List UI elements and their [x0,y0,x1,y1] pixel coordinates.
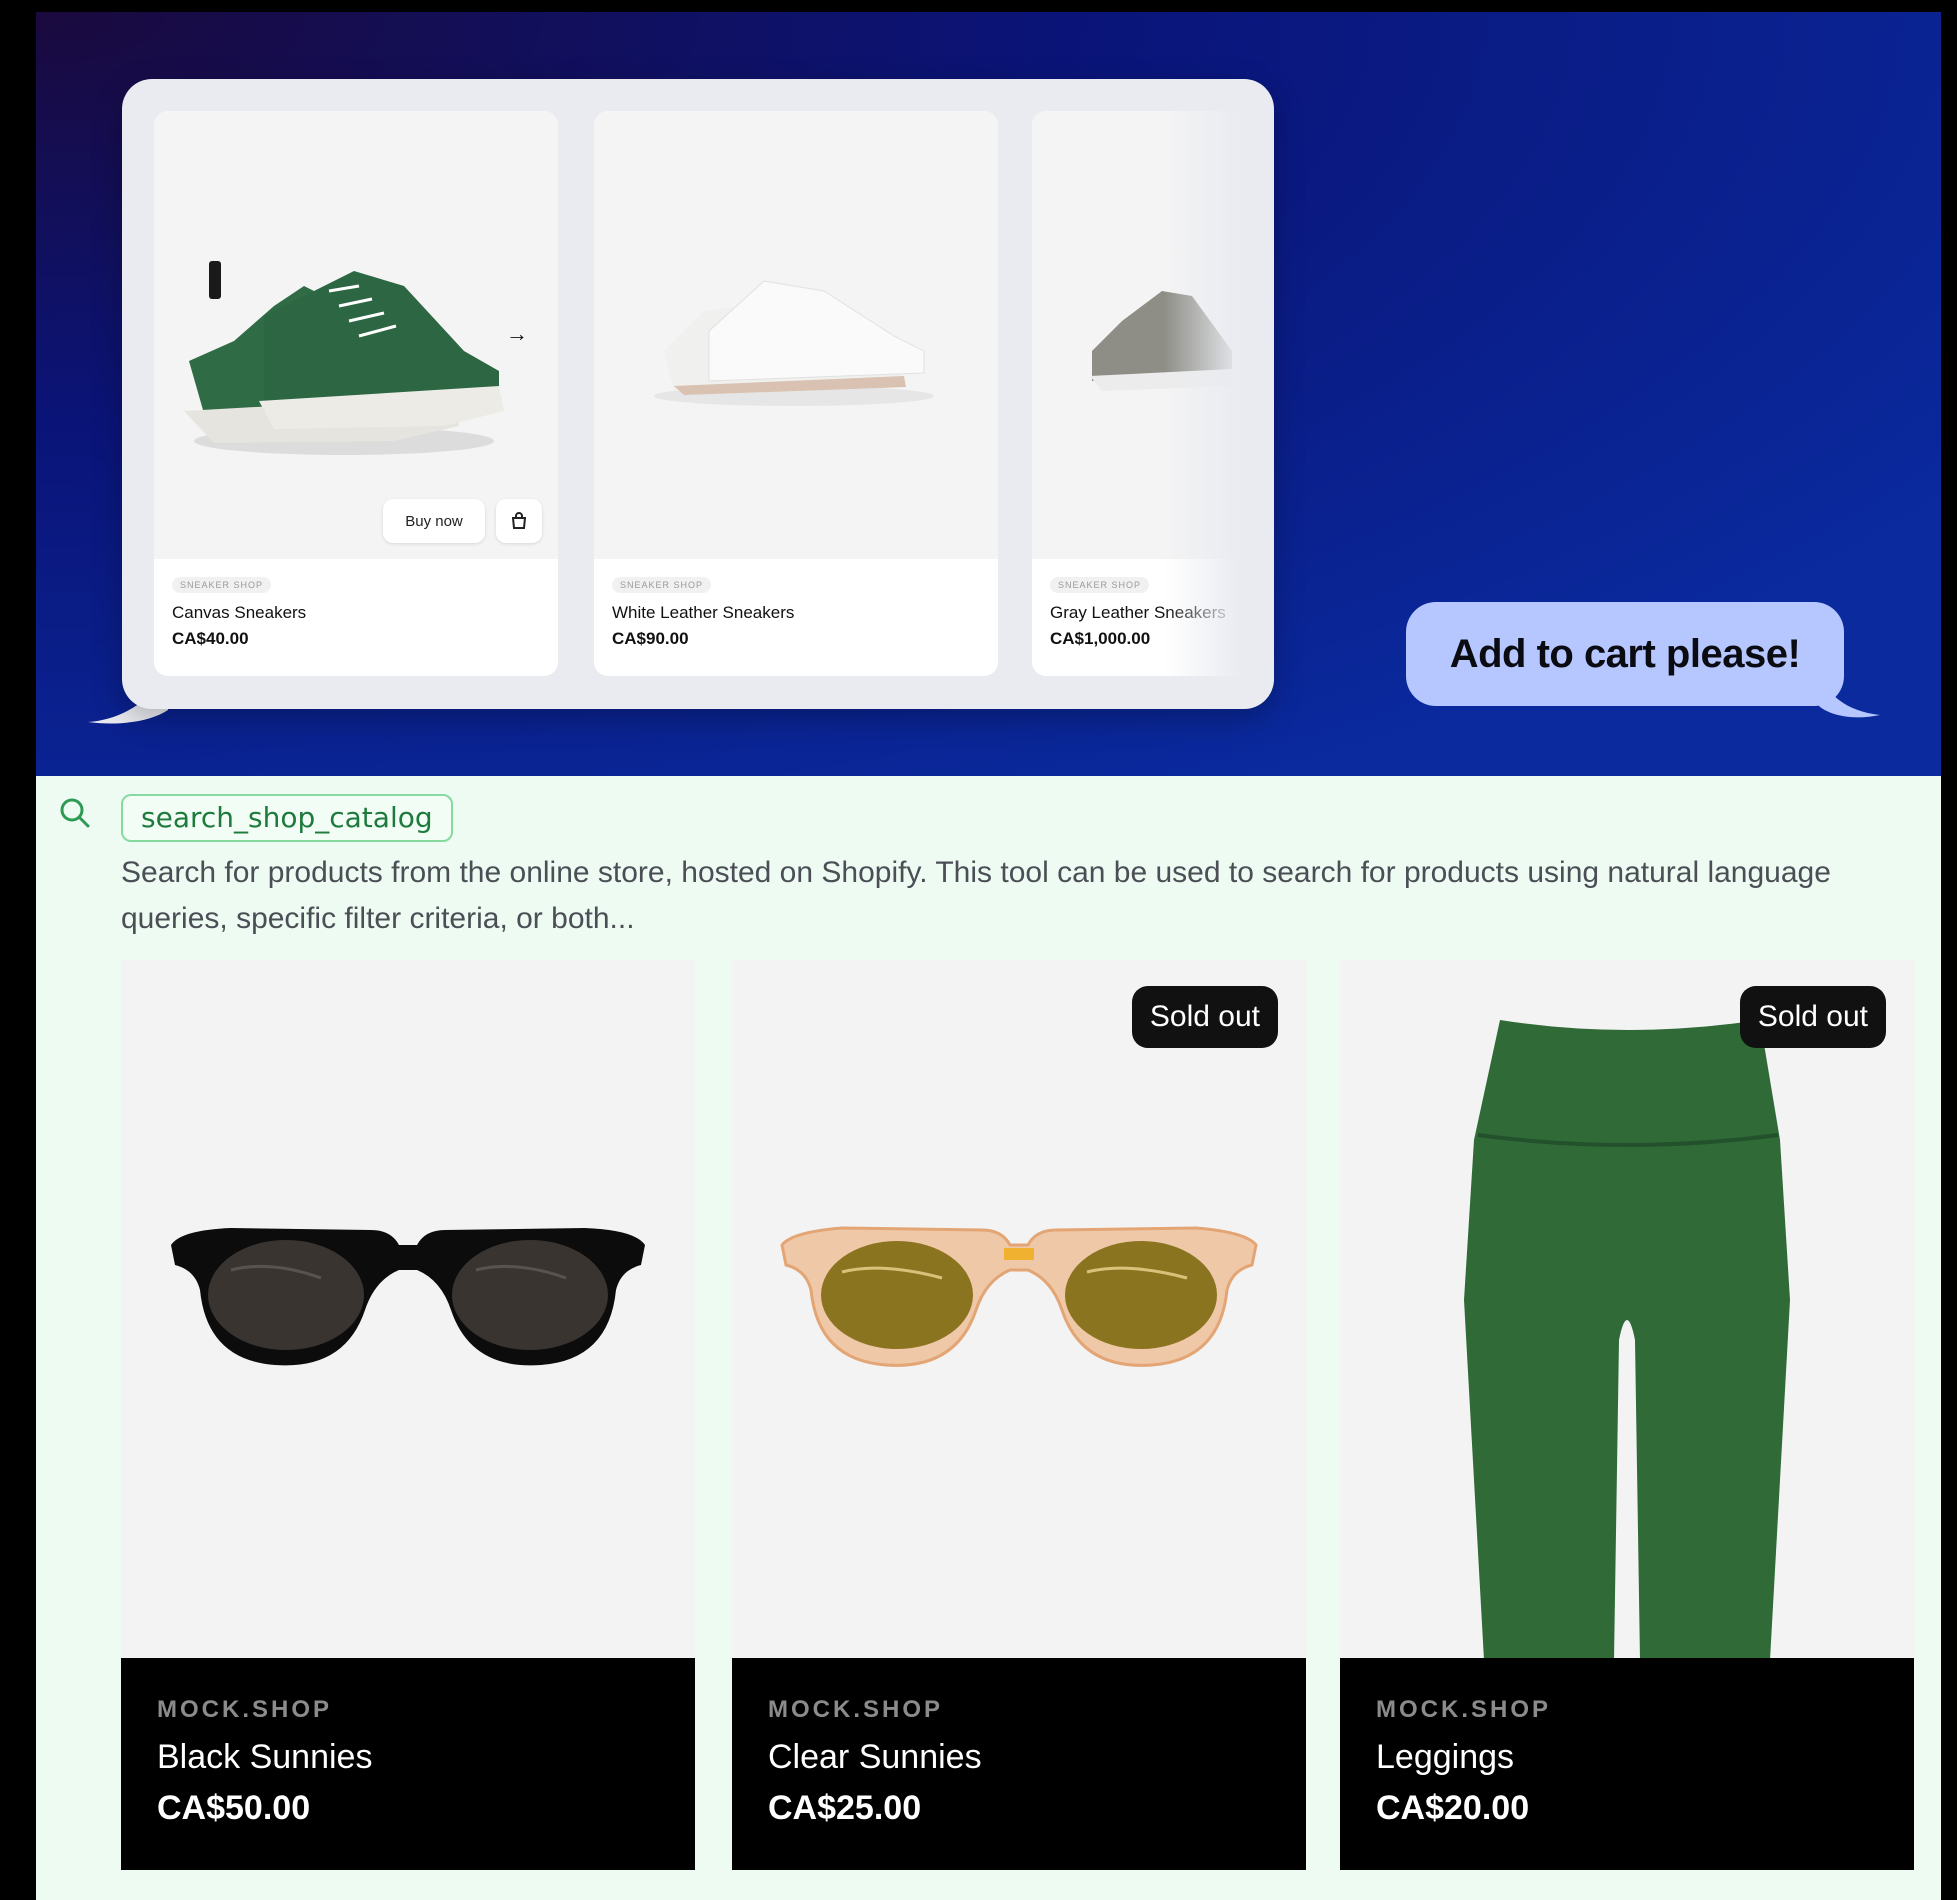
shop-tag: Sneaker Shop [612,577,712,593]
leggings-image [1464,1020,1790,1660]
arrow-right-icon: → [506,321,528,346]
product-title[interactable]: Canvas Sneakers [172,603,540,623]
product-price: CA$90.00 [612,629,689,648]
add-to-cart-button[interactable] [496,499,542,543]
product-image [1340,960,1914,1660]
user-message-bubble: Add to cart please! [1406,602,1844,706]
green-sneakers-image [184,261,504,455]
product-info: Sneaker Shop White Leather Sneakers CA$9… [594,559,998,676]
tool-description: Search for products from the online stor… [121,856,1831,935]
product-card[interactable]: Sold out MOCK.SHOP Leggings CA$20.00 [1340,960,1914,1870]
product-carousel: → Buy now Sneaker Shop Canvas Sneakers C… [122,79,1274,709]
white-sneakers-image [654,280,934,406]
product-info: MOCK.SHOP Leggings CA$20.00 [1340,1658,1914,1870]
shop-tag: Sneaker Shop [1050,577,1150,593]
buy-now-button[interactable]: Buy now [383,499,485,543]
product-price: CA$20.00 [1376,1789,1530,1827]
product-info: MOCK.SHOP Clear Sunnies CA$25.00 [732,1658,1306,1870]
carousel-fade [1164,111,1274,681]
product-card[interactable]: Sold out MOCK.SHOP Clear Sunnies CA$25.0… [732,960,1306,1870]
product-image [154,111,558,559]
product-image [121,960,695,1660]
shopping-bag-icon [511,512,527,529]
product-price: CA$50.00 [157,1789,311,1827]
product-info: MOCK.SHOP Black Sunnies CA$50.00 [121,1658,695,1870]
sold-out-badge: Sold out [1739,986,1886,1048]
chat-hero: → Buy now Sneaker Shop Canvas Sneakers C… [36,12,1941,776]
product-image [594,111,998,559]
product-card[interactable]: MOCK.SHOP Black Sunnies CA$50.00 [121,960,695,1870]
search-icon [60,798,90,828]
product-info: Sneaker Shop Canvas Sneakers CA$40.00 [154,559,558,676]
carousel-track[interactable]: → Buy now Sneaker Shop Canvas Sneakers C… [154,111,1274,681]
tool-name-chip: search_shop_catalog [121,794,453,842]
shop-tag: Sneaker Shop [172,577,272,593]
product-vendor: MOCK.SHOP [1376,1696,1552,1723]
product-image [732,960,1306,1660]
product-price: CA$25.00 [768,1789,922,1827]
carousel-card[interactable]: Sneaker Shop White Leather Sneakers CA$9… [594,111,998,676]
product-title[interactable]: White Leather Sneakers [612,603,980,623]
carousel-card[interactable]: → Buy now Sneaker Shop Canvas Sneakers C… [154,111,558,676]
clear-sunglasses-image [780,1226,1258,1367]
product-name[interactable]: Leggings [1376,1738,1878,1777]
sold-out-badge: Sold out [1131,986,1278,1048]
tool-call-panel: search_shop_catalog Search for products … [36,776,1941,1900]
product-price: CA$40.00 [172,629,249,648]
message-bubble-tail [1816,667,1880,718]
black-sunglasses-image [171,1228,645,1366]
product-vendor: MOCK.SHOP [157,1696,333,1723]
product-name[interactable]: Clear Sunnies [768,1738,1270,1777]
product-name[interactable]: Black Sunnies [157,1738,659,1777]
product-vendor: MOCK.SHOP [768,1696,944,1723]
product-grid: MOCK.SHOP Black Sunnies CA$50.00 Sold ou… [121,960,1919,1870]
